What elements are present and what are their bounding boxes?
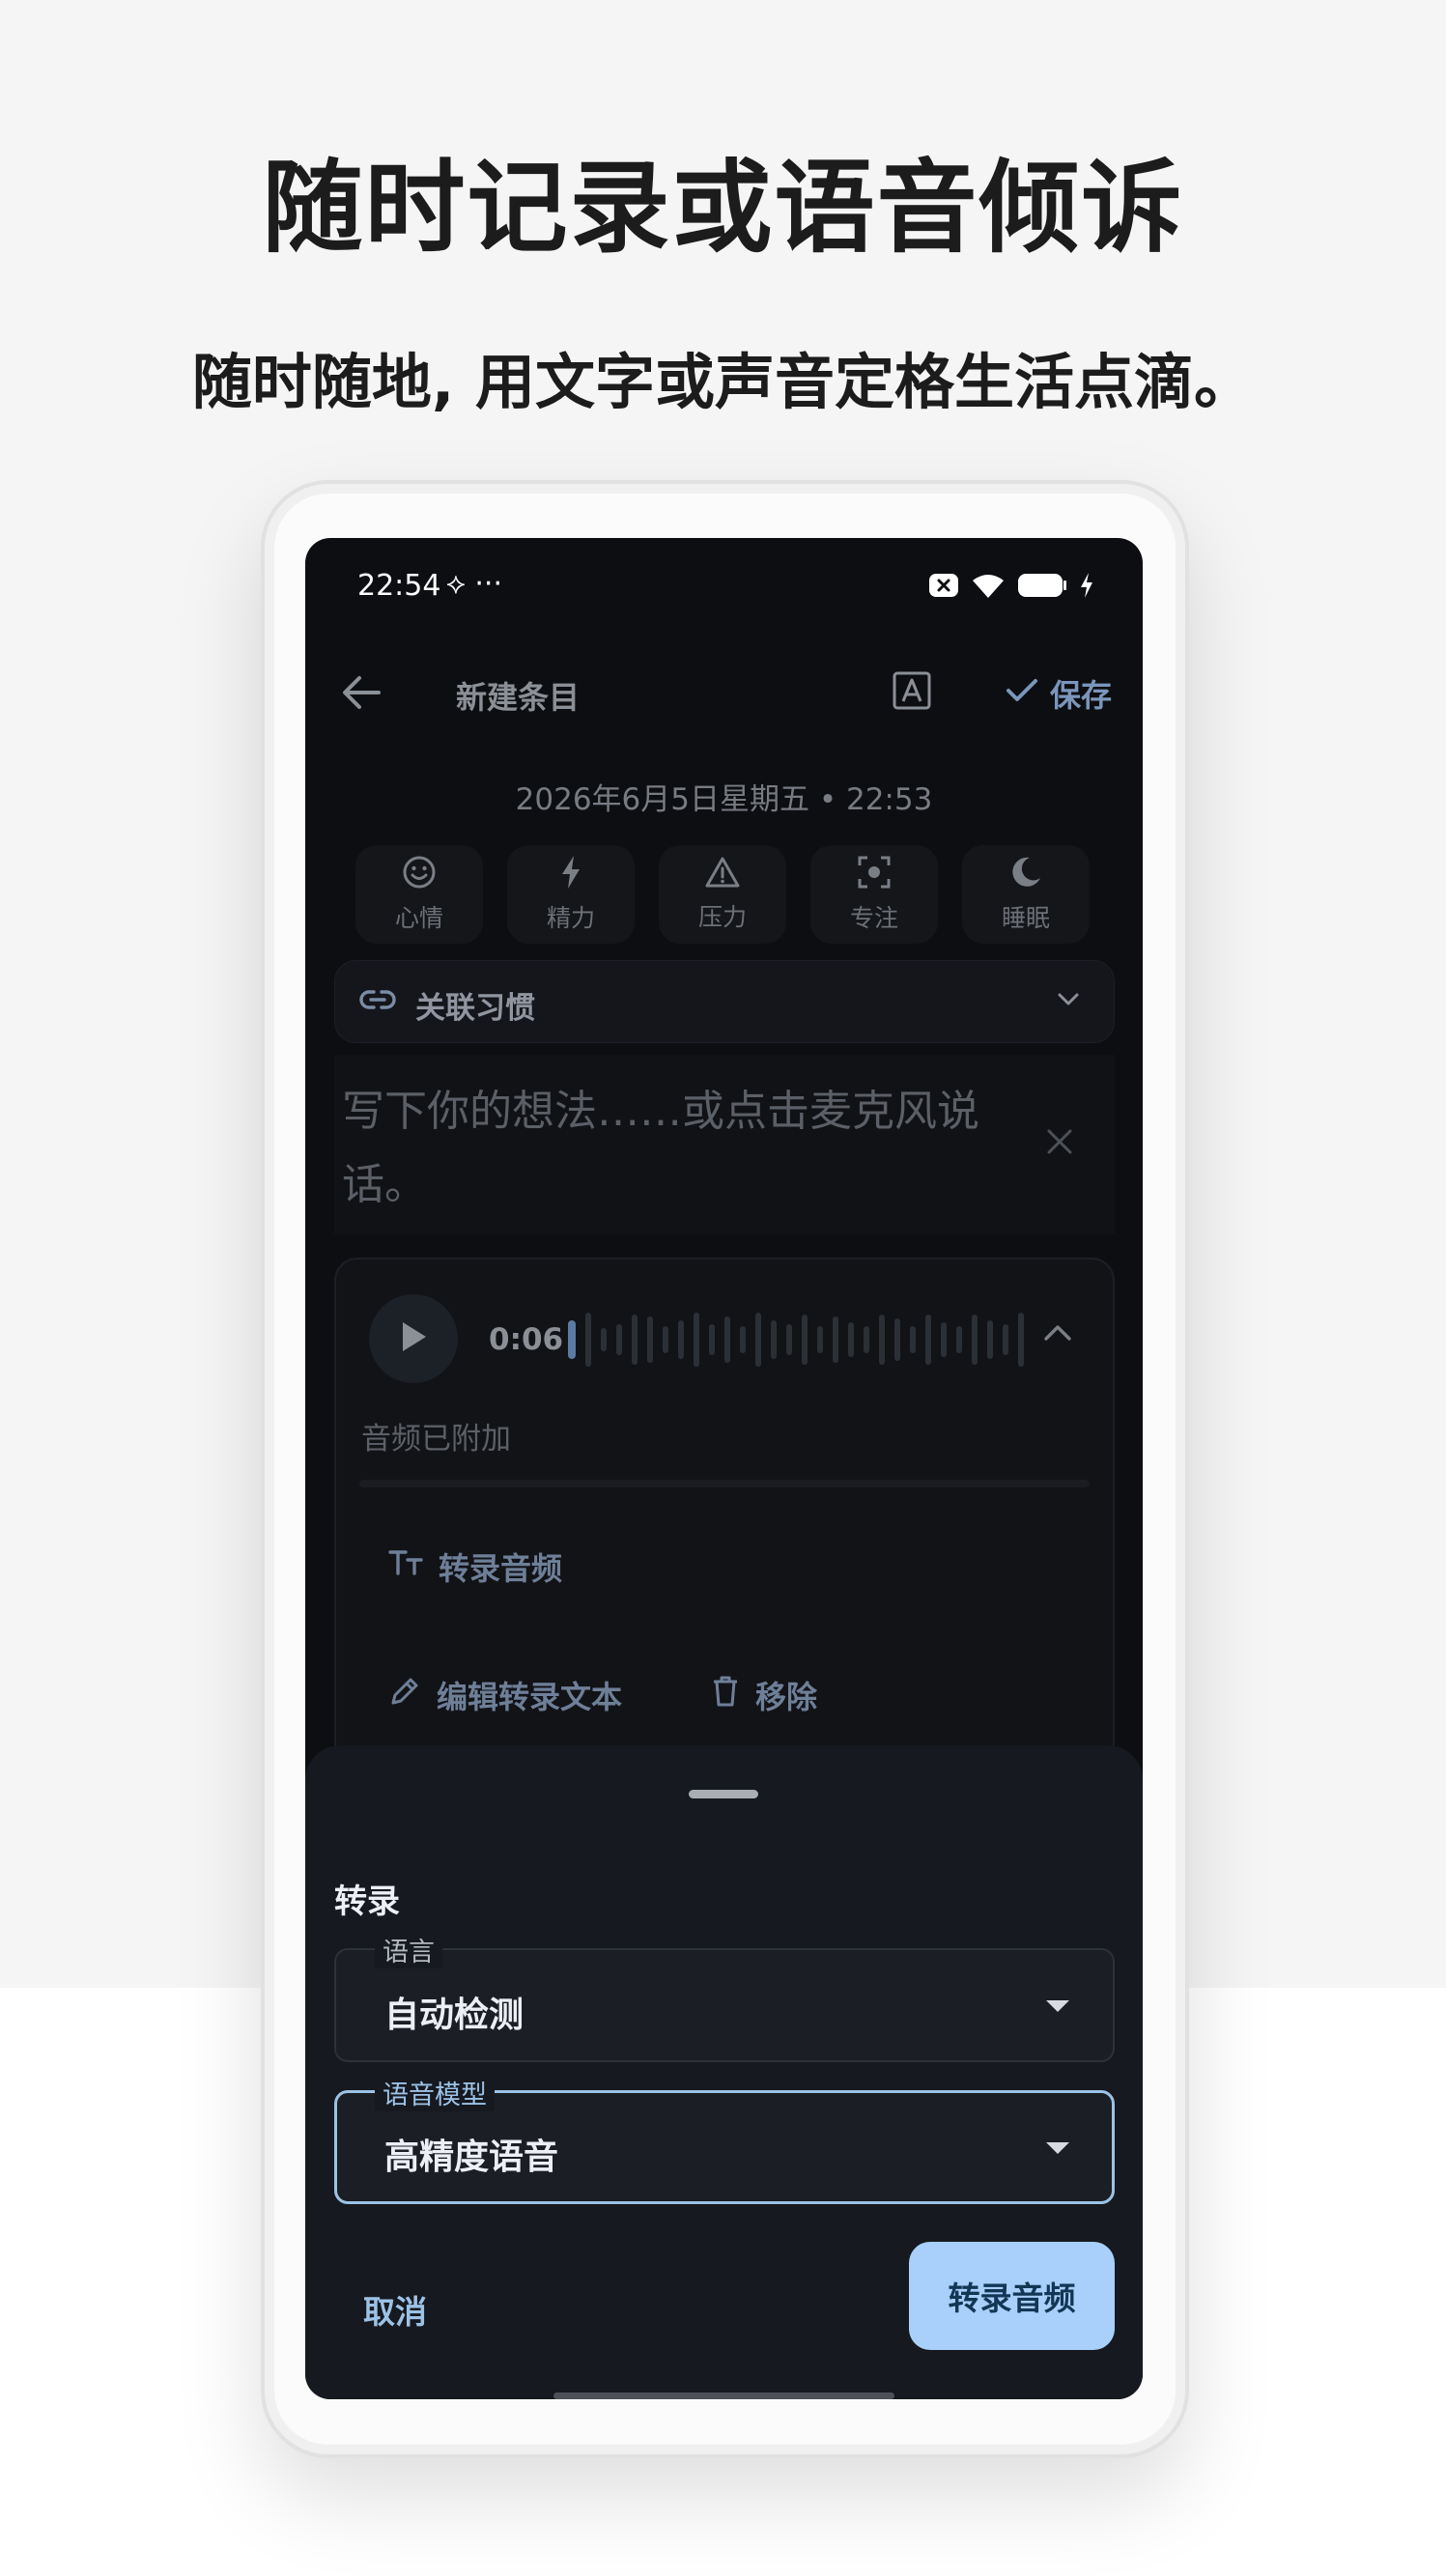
metric-sleep[interactable]: 睡眠 (962, 845, 1090, 944)
link-icon (359, 988, 396, 1015)
entry-datetime: 2026年6月5日星期五 • 22:53 (515, 782, 933, 817)
warning-icon (704, 856, 741, 892)
voice-model-select-value: 高精度语音 (384, 2137, 559, 2177)
moon-icon (1008, 855, 1043, 893)
transcribe-confirm-button[interactable]: 转录音频 (909, 2242, 1115, 2350)
audio-duration: 0:06 (489, 1322, 564, 1357)
focus-icon (857, 855, 892, 893)
status-notification-icons: ⟡ ··· (446, 567, 502, 601)
metric-energy[interactable]: 精力 (507, 845, 635, 944)
status-time: 22:54 (357, 569, 441, 603)
wifi-icon (971, 572, 1006, 603)
sim-off-icon (928, 572, 959, 603)
edit-transcript-label: 编辑转录文本 (437, 1679, 623, 1715)
language-select-label: 语言 (375, 1931, 442, 1968)
play-icon (399, 1320, 428, 1357)
language-select-value: 自动检测 (384, 1996, 525, 2035)
metric-focus-label: 专注 (849, 904, 898, 932)
habit-link-label: 关联习惯 (415, 991, 535, 1026)
pencil-icon (388, 1675, 421, 1715)
save-button[interactable]: 保存 (1006, 671, 1112, 716)
smile-icon (402, 855, 437, 893)
clear-text-button[interactable] (1045, 1127, 1074, 1160)
back-button[interactable] (340, 673, 383, 716)
home-indicator[interactable] (553, 2392, 894, 2399)
voice-model-caret-icon (1046, 2142, 1069, 2154)
sheet-drag-handle[interactable] (689, 1790, 758, 1798)
chevron-up-icon (1043, 1325, 1072, 1346)
audio-waveform[interactable] (566, 1297, 1049, 1382)
chevron-down-icon (1057, 992, 1080, 1011)
metric-focus[interactable]: 专注 (810, 845, 938, 944)
text-size-icon (388, 1548, 423, 1585)
trash-icon (711, 1675, 740, 1715)
metric-stress-label: 压力 (697, 903, 747, 931)
metric-energy-label: 精力 (546, 904, 595, 932)
remove-audio-action[interactable]: 移除 (711, 1673, 817, 1717)
voice-model-select-label: 语音模型 (375, 2074, 495, 2111)
metric-sleep-label: 睡眠 (1001, 904, 1050, 932)
close-icon (1045, 1129, 1074, 1160)
arrow-left-icon (340, 676, 383, 716)
sheet-title: 转录 (334, 1882, 400, 1921)
edit-transcript-action[interactable]: 编辑转录文本 (388, 1673, 622, 1717)
promo-headline: 随时记录或语音倾诉 (262, 149, 1184, 267)
battery-icon (1017, 572, 1067, 603)
transcribe-audio-label: 转录音频 (439, 1550, 563, 1587)
entry-text-placeholder: 写下你的想法……或点击麦克风说话。 (342, 1087, 979, 1209)
remove-audio-label: 移除 (755, 1679, 818, 1715)
save-label: 保存 (1049, 677, 1112, 714)
metric-mood-label: 心情 (394, 904, 443, 932)
audio-status: 音频已附加 (361, 1422, 511, 1457)
promo-subheadline: 随时随地, 用文字或声音定格生活点滴。 (191, 347, 1255, 417)
collapse-button[interactable] (1043, 1323, 1072, 1346)
charging-icon (1079, 572, 1094, 603)
page-title: 新建条目 (456, 679, 581, 716)
play-button[interactable] (369, 1294, 458, 1383)
font-style-button[interactable] (893, 671, 931, 714)
audio-divider (359, 1480, 1090, 1487)
metric-stress[interactable]: 压力 (659, 845, 786, 944)
bolt-icon (559, 855, 582, 893)
phone-screen: 22:54 ⟡ ··· 新建条目 保存 2026年6月5日星期五 • 22:53 (305, 538, 1143, 2399)
check-icon (1006, 675, 1038, 712)
font-style-icon (893, 671, 931, 714)
transcribe-audio-action[interactable]: 转录音频 (388, 1544, 562, 1589)
language-caret-icon (1046, 2000, 1069, 2012)
metric-mood[interactable]: 心情 (355, 845, 483, 944)
status-system-icons (928, 572, 1094, 603)
cancel-button[interactable]: 取消 (363, 2286, 427, 2333)
